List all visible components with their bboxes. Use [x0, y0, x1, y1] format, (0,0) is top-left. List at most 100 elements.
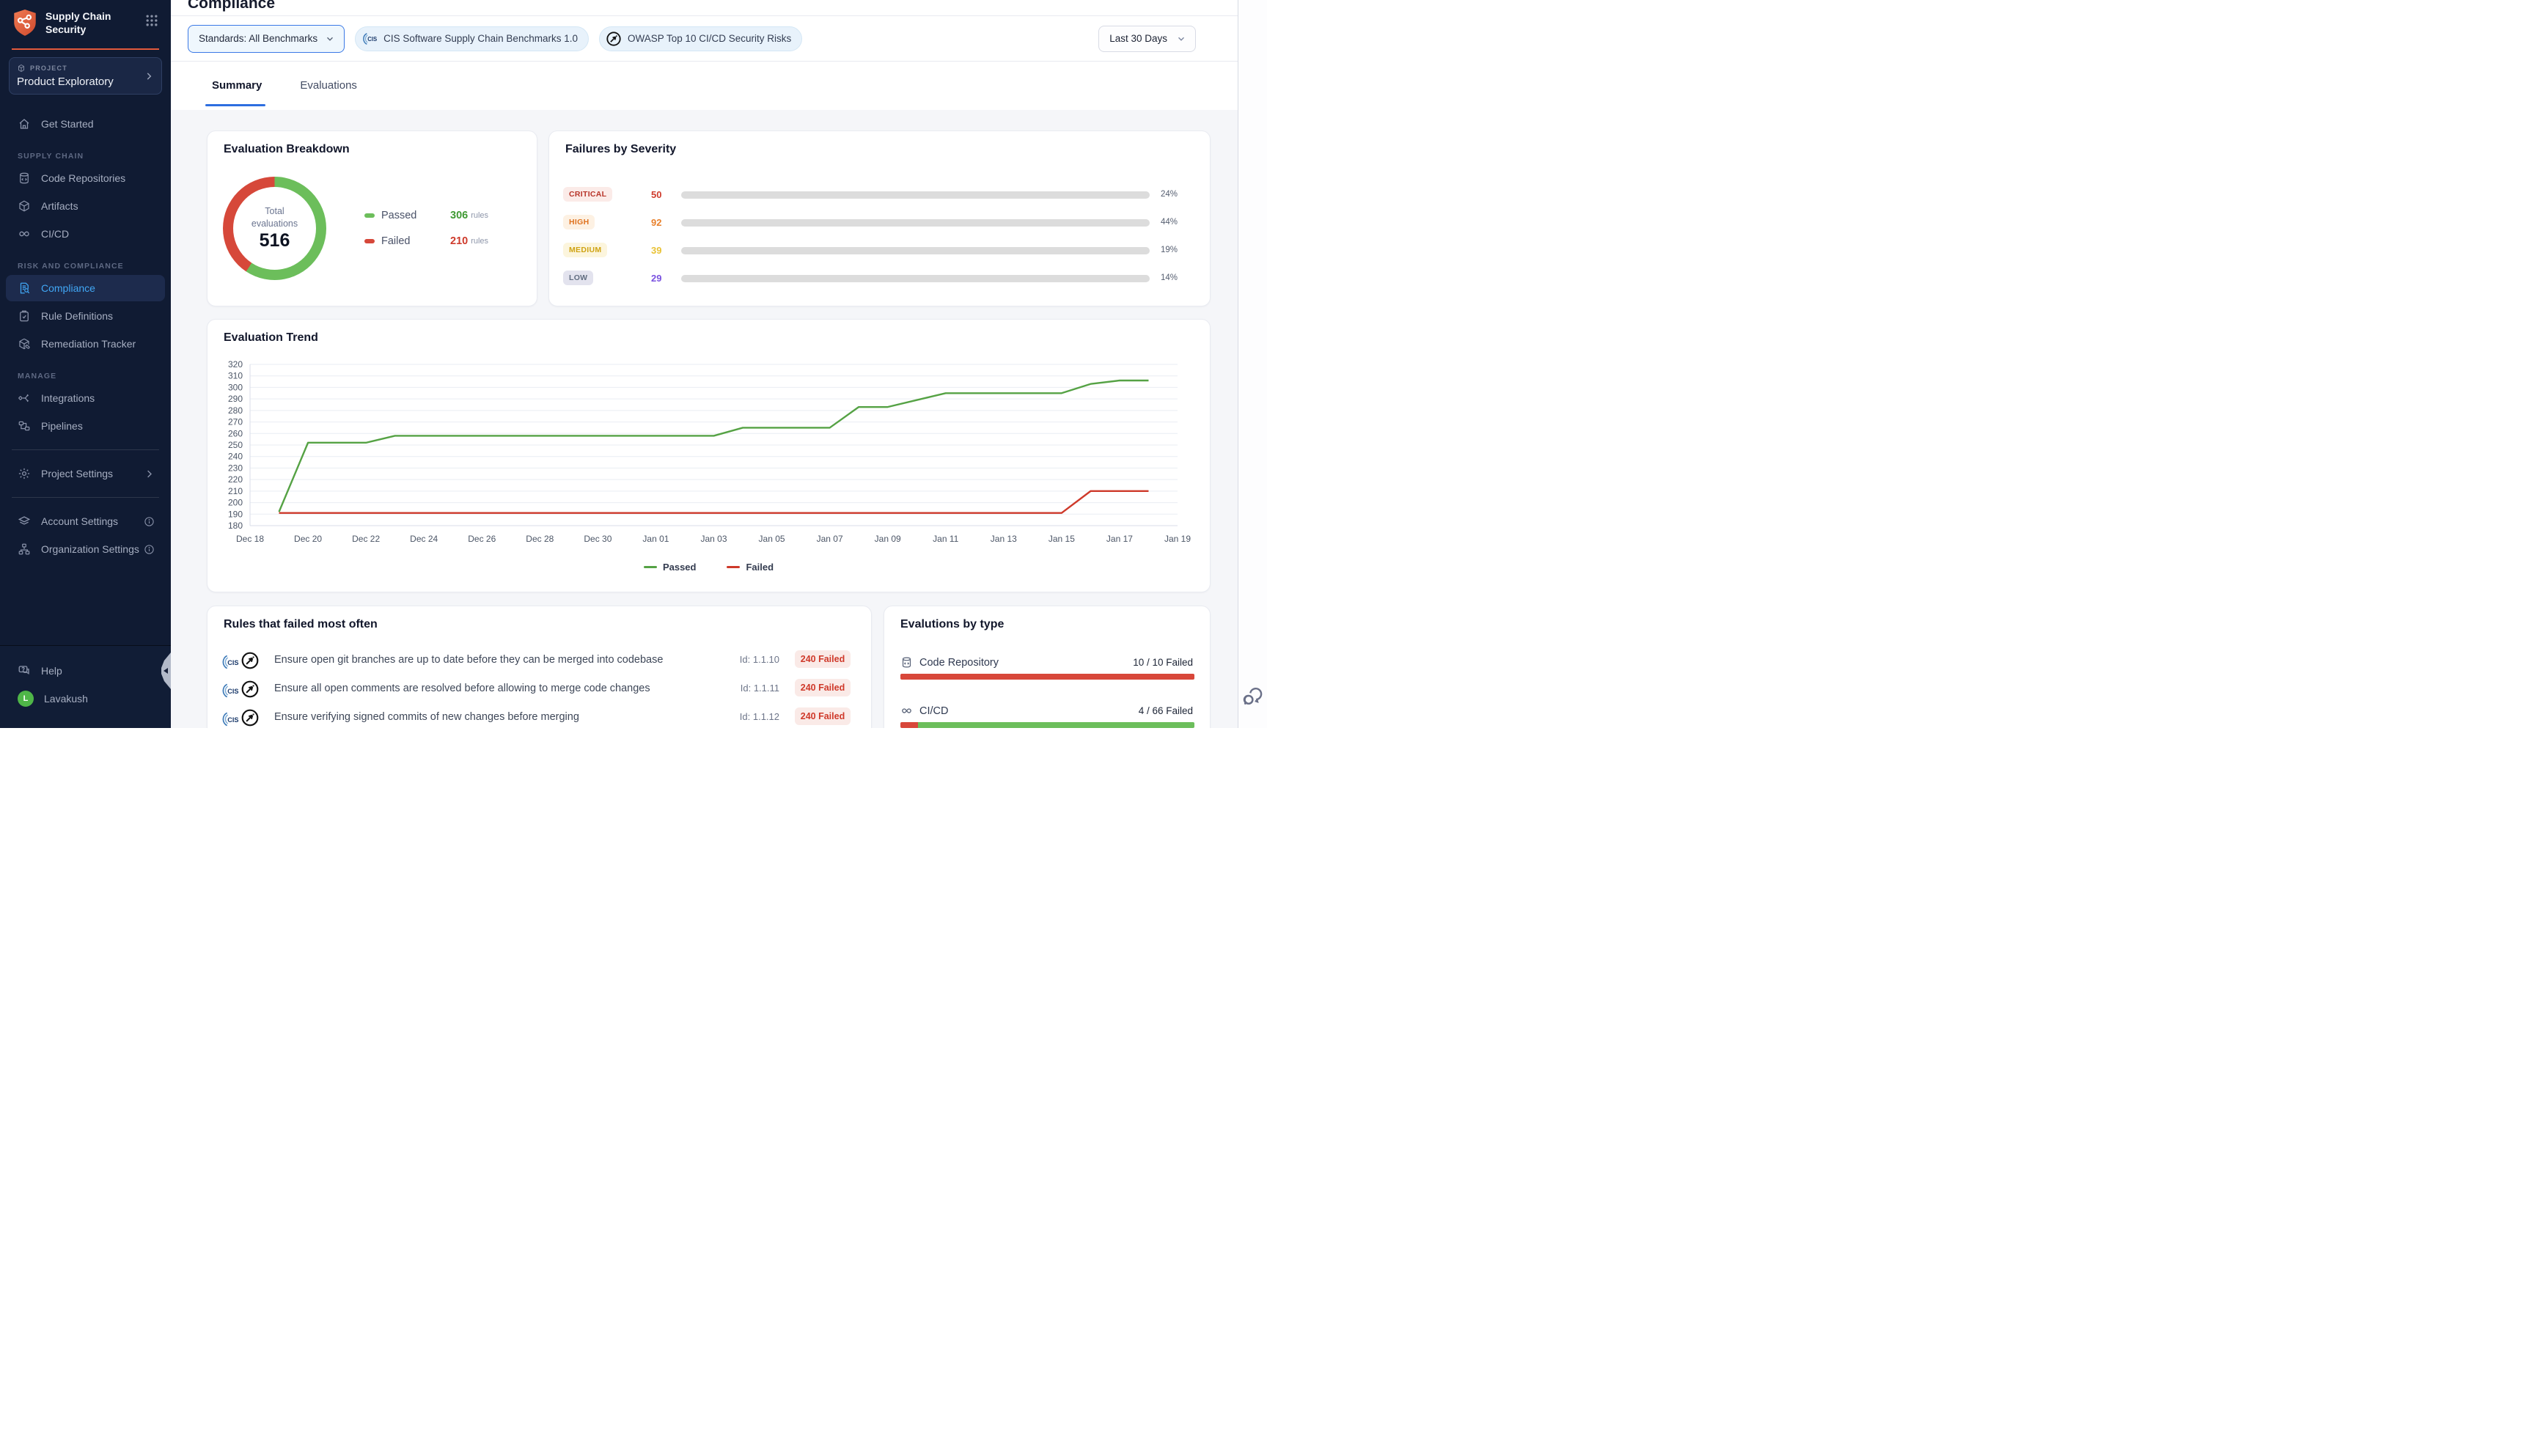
svg-text:210: 210 [228, 486, 243, 496]
type-bar [900, 722, 1194, 728]
severity-row-low: LOW2914% [549, 271, 1210, 287]
sidebar-item-help[interactable]: Help [6, 658, 165, 684]
severity-count: 39 [651, 245, 661, 256]
package-icon [17, 64, 26, 73]
benchmark-chip-cis[interactable]: CIS CIS Software Supply Chain Benchmarks… [355, 26, 589, 51]
svg-text:Dec 18: Dec 18 [236, 534, 264, 544]
card-title: Evaluation Trend [224, 331, 1194, 345]
owasp-icon [240, 651, 260, 670]
rule-row[interactable]: CISEnsure all open comments are resolved… [208, 679, 871, 701]
nav-section-label: RISK AND COMPLIANCE [18, 262, 153, 271]
sidebar-item-label: Get Started [41, 118, 94, 130]
card-evaluations-by-type: Evalutions by type Code Repository10 / 1… [884, 606, 1211, 728]
svg-text:Dec 26: Dec 26 [468, 534, 496, 544]
cis-icon: CIS [221, 681, 240, 699]
layers-icon [18, 515, 31, 528]
sidebar-item-account-settings[interactable]: Account Settings [6, 508, 165, 534]
help-label: Help [41, 665, 62, 677]
sidebar-item-organization-settings[interactable]: Organization Settings [6, 536, 165, 562]
clipboard-check-icon [18, 309, 31, 323]
sidebar-item-label: Artifacts [41, 200, 78, 212]
severity-bar-track [681, 275, 1150, 282]
standards-dropdown[interactable]: Standards: All Benchmarks [188, 25, 345, 53]
svg-text:Dec 20: Dec 20 [294, 534, 322, 544]
svg-text:300: 300 [228, 382, 243, 392]
svg-text:230: 230 [228, 463, 243, 473]
page-title: Compliance [188, 0, 1238, 12]
rule-text: Ensure open git branches are up to date … [274, 654, 663, 666]
rule-row[interactable]: CISEnsure verifying signed commits of ne… [208, 707, 871, 728]
info-icon [144, 516, 155, 527]
svg-text:Jan 09: Jan 09 [875, 534, 901, 544]
type-row-ci-cd: CI/CD [900, 705, 948, 717]
severity-bar-track [681, 191, 1150, 199]
donut-total: 516 [260, 230, 290, 251]
chevron-down-icon [325, 34, 335, 44]
type-bar-passed [918, 722, 1194, 728]
sidebar-item-pipelines[interactable]: Pipelines [6, 413, 165, 439]
standards-dropdown-label: Standards: All Benchmarks [199, 33, 317, 44]
trend-line-chart: 1801902002102202302402502602702802903003… [208, 349, 1211, 572]
dashboard-content: Evaluation Breakdown Total evaluations 5… [171, 110, 1238, 728]
grid-icon[interactable] [144, 13, 159, 28]
legend-value: 210 [450, 235, 468, 247]
pipelines-icon [18, 419, 31, 433]
legend-swatch [727, 566, 740, 569]
severity-row-high: HIGH9244% [549, 215, 1210, 231]
legend-label: Passed [663, 562, 697, 573]
benchmark-chip-owasp[interactable]: OWASP Top 10 CI/CD Security Risks [599, 26, 802, 51]
date-range-dropdown[interactable]: Last 30 Days [1098, 26, 1196, 52]
svg-text:290: 290 [228, 394, 243, 404]
legend-swatch [364, 239, 375, 243]
trend-legend: Passed Failed [208, 562, 1210, 573]
db-icon [900, 656, 913, 669]
donut-center: Total evaluations 516 [233, 187, 316, 270]
sidebar-item-remediation-tracker[interactable]: Remediation Tracker [6, 331, 165, 357]
sidebar-item-label: Rule Definitions [41, 310, 113, 322]
svg-text:Jan 17: Jan 17 [1106, 534, 1133, 544]
gear-icon [18, 467, 31, 480]
card-title: Evalutions by type [900, 618, 1194, 631]
sidebar-item-ci-cd[interactable]: CI/CD [6, 221, 165, 247]
svg-text:CIS: CIS [227, 716, 238, 724]
svg-text:250: 250 [228, 440, 243, 450]
tab-evaluations[interactable]: Evaluations [300, 79, 357, 92]
app-title: Supply ChainSecurity [45, 9, 144, 36]
legend-label: Failed [746, 562, 774, 573]
svg-text:260: 260 [228, 428, 243, 438]
trend-line-failed [279, 491, 1149, 513]
legend-label: Failed [381, 235, 434, 247]
project-selector[interactable]: PROJECT Product Exploratory [9, 57, 162, 95]
rule-failed-badge: 240 Failed [795, 707, 851, 725]
avatar: L [18, 691, 34, 707]
severity-percent: 19% [1161, 246, 1178, 254]
tab-summary[interactable]: Summary [212, 79, 262, 92]
svg-text:310: 310 [228, 371, 243, 381]
type-value: 4 / 66 Failed [1139, 705, 1193, 716]
severity-bar-track [681, 219, 1150, 227]
project-name: Product Exploratory [17, 76, 154, 88]
sidebar-item-compliance[interactable]: Compliance [6, 275, 165, 301]
active-tab-underline [205, 104, 265, 106]
donut-legend: Passed306rulesFailed210rules [364, 207, 526, 259]
severity-row-critical: CRITICAL5024% [549, 187, 1210, 203]
cis-icon: CIS [221, 652, 240, 670]
sidebar-item-user[interactable]: L Lavakush [6, 685, 165, 712]
shield-logo-icon [12, 9, 38, 38]
sidebar-item-project-settings[interactable]: Project Settings [6, 460, 165, 487]
donut-chart: Total evaluations 516 [223, 177, 326, 280]
sidebar-item-rule-definitions[interactable]: Rule Definitions [6, 303, 165, 329]
severity-count: 50 [651, 189, 661, 200]
legend-swatch [364, 213, 375, 218]
remediation-box-icon [18, 337, 31, 350]
rule-row[interactable]: CIS Ensure open git branches are up to da… [208, 650, 871, 672]
cis-icon: CIS [221, 710, 240, 727]
sidebar-item-code-repositories[interactable]: Code Repositories [6, 165, 165, 191]
sidebar-item-artifacts[interactable]: Artifacts [6, 193, 165, 219]
sidebar-item-integrations[interactable]: Integrations [6, 385, 165, 411]
svg-text:Jan 19: Jan 19 [1164, 534, 1191, 544]
chat-widget-icon[interactable] [1241, 685, 1263, 707]
legend-item-failed: Failed210rules [364, 233, 526, 249]
sidebar-item-get-started[interactable]: Get Started [6, 111, 165, 137]
severity-count: 29 [651, 273, 661, 284]
